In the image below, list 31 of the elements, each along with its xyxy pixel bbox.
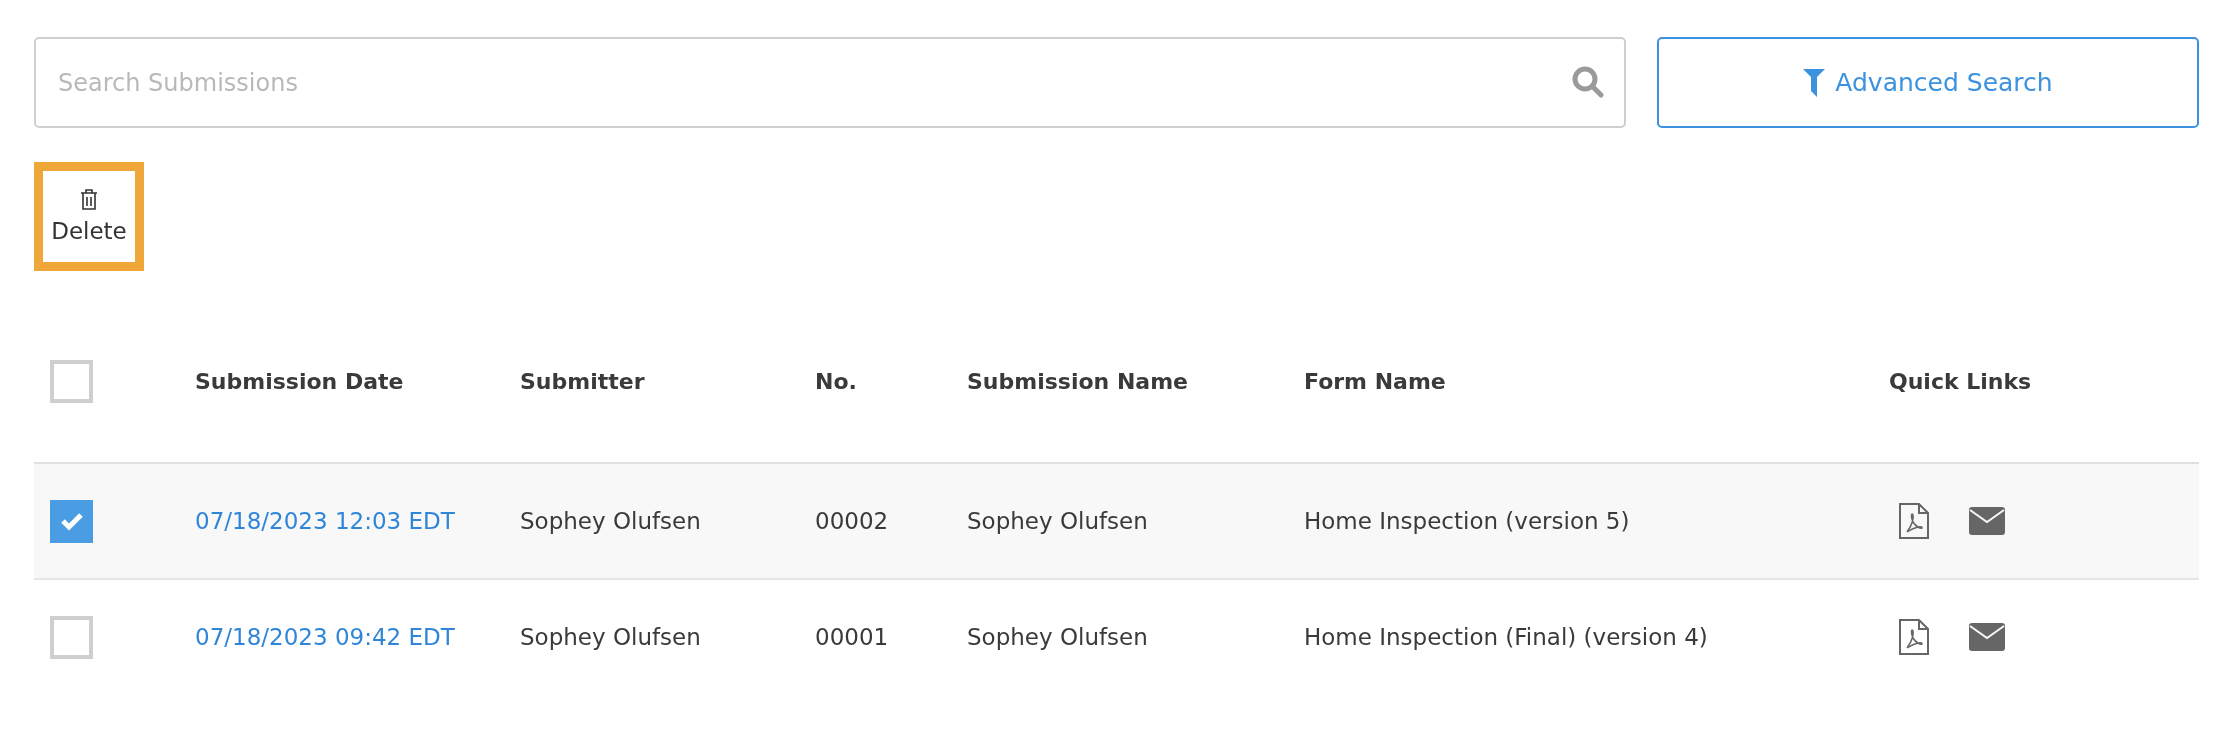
- checkbox[interactable]: [50, 615, 93, 659]
- table-cell-text: 00002: [815, 508, 890, 534]
- column-header: Submission Date: [195, 369, 405, 394]
- checkbox[interactable]: [50, 360, 93, 403]
- table-cell-text: 00001: [815, 624, 890, 650]
- column-header: Quick Links: [1889, 369, 2033, 394]
- column-header: Form Name: [1304, 369, 1447, 394]
- pdf-icon[interactable]: [1899, 503, 1929, 539]
- search-field[interactable]: Search Submissions: [34, 37, 1626, 128]
- table-cell-text: Home Inspection (version 5): [1304, 508, 1631, 534]
- pdf-icon[interactable]: [1899, 619, 1929, 655]
- table-row[interactable]: 07/18/2023 12:03 EDT Sophey Olufsen 00002 Sophey Olufsen Home Inspection (version 5): [34, 464, 2199, 580]
- table-cell-text: Sophey Olufsen: [520, 508, 702, 534]
- table-cell-text: Sophey Olufsen: [520, 624, 702, 650]
- column-header: No.: [815, 369, 858, 394]
- mail-icon[interactable]: [1969, 507, 2005, 535]
- checkmark-icon: [59, 511, 84, 531]
- table-cell-text: Sophey Olufsen: [967, 624, 1149, 650]
- checkbox[interactable]: [50, 499, 93, 543]
- column-header: Submitter: [520, 369, 646, 394]
- date-link[interactable]: 07/18/2023 12:03 EDT: [195, 508, 520, 534]
- date-link[interactable]: 07/18/2023 09:42 EDT: [195, 624, 520, 650]
- delete-button[interactable]: Delete: [34, 162, 144, 271]
- column-header: Submission Name: [967, 369, 1189, 394]
- filter-icon: [1803, 68, 1826, 97]
- table-cell-text: Sophey Olufsen: [967, 508, 1149, 534]
- search-icon[interactable]: [1572, 65, 1604, 100]
- mail-icon[interactable]: [1969, 623, 2005, 651]
- search-input[interactable]: Search Submissions: [56, 67, 1572, 98]
- table-cell-text: Home Inspection (Final) (version 4): [1304, 624, 1709, 650]
- trash-icon: [80, 189, 98, 210]
